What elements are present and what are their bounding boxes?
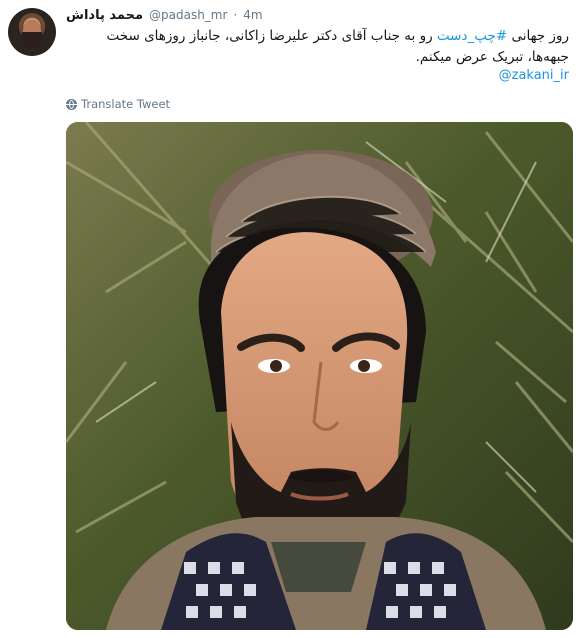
tweet-timestamp[interactable]: 4m <box>243 8 262 22</box>
translate-tweet-label: Translate Tweet <box>81 97 171 111</box>
tweet-text: روز جهانی #چپ_دست رو به جناب آقای دکتر ع… <box>69 26 570 68</box>
tweet-header: محمد پاداش @padash_mr · 4m <box>66 8 263 26</box>
translate-tweet-button[interactable]: Translate Tweet <box>66 96 170 112</box>
photo-illustration <box>66 122 573 630</box>
header-separator: · <box>233 8 238 22</box>
tweet-text-part-1: روز جهانی <box>507 28 569 44</box>
tweet-card[interactable]: محمد پاداش @padash_mr · 4m روز جهانی #چپ… <box>0 0 579 638</box>
globe-icon <box>66 98 77 110</box>
avatar-beard <box>22 32 42 48</box>
hashtag-link[interactable]: #چپ_دست <box>437 28 507 44</box>
author-handle[interactable]: @padash_mr <box>149 8 227 22</box>
avatar[interactable] <box>8 8 56 56</box>
mention-link[interactable]: @zakani_ir <box>499 68 569 83</box>
tweet-photo[interactable] <box>66 122 573 630</box>
author-name[interactable]: محمد پاداش <box>66 8 143 23</box>
